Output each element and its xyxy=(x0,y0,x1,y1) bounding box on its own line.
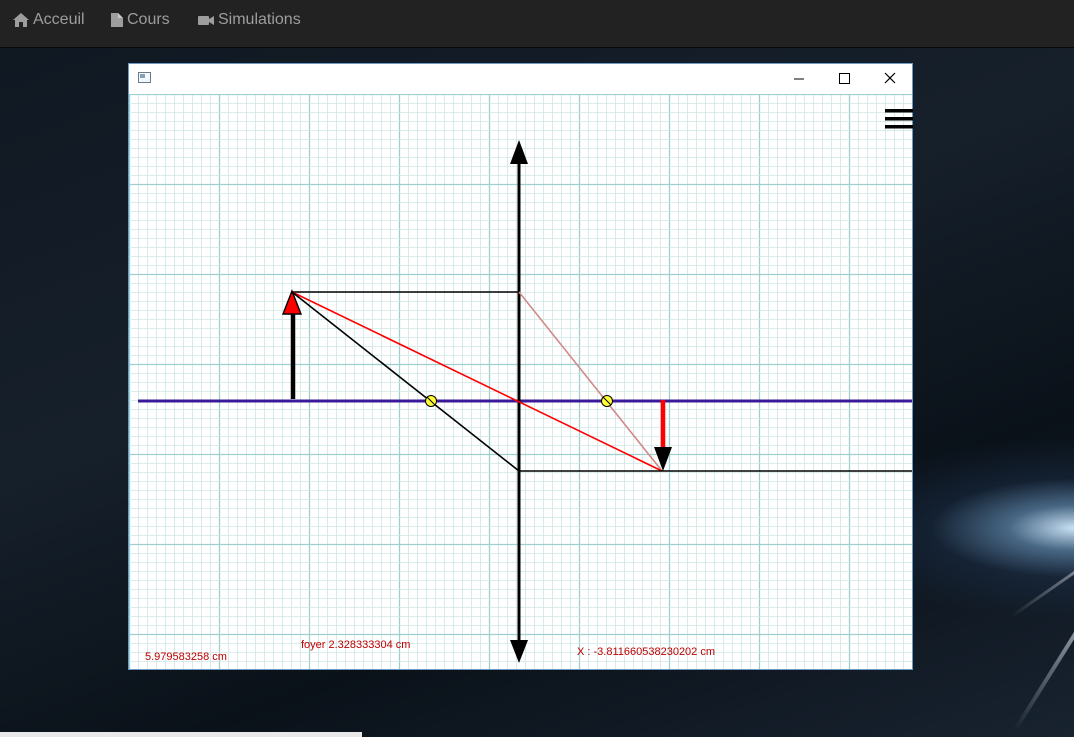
close-icon xyxy=(884,72,896,84)
video-camera-icon xyxy=(198,16,214,25)
nav-item-acceuil[interactable]: Acceuil xyxy=(12,0,85,40)
top-navbar: Acceuil Cours Simulations xyxy=(0,0,1074,48)
minimize-button[interactable] xyxy=(776,64,822,94)
focal-length-readout: foyer 2.328333304 cm xyxy=(301,639,411,651)
simulation-window: 5.979583258 cm foyer 2.328333304 cm X : … xyxy=(128,63,913,670)
window-titlebar[interactable] xyxy=(129,64,912,94)
maximize-icon xyxy=(839,73,850,84)
object-distance-readout: 5.979583258 cm xyxy=(145,651,227,663)
optics-canvas[interactable] xyxy=(129,94,912,669)
nav-item-label: Acceuil xyxy=(33,11,85,28)
taskbar-edge xyxy=(0,732,362,737)
focal-point-image[interactable] xyxy=(601,395,613,407)
nav-item-label: Simulations xyxy=(218,11,301,28)
image-position-readout: X : -3.811660538230202 cm xyxy=(577,646,716,658)
app-icon xyxy=(138,72,151,83)
ray-through-focus-incident xyxy=(291,291,520,472)
menu-button[interactable] xyxy=(885,107,915,131)
maximize-button[interactable] xyxy=(821,64,867,94)
hamburger-menu-icon xyxy=(885,109,913,129)
nav-item-cours[interactable]: Cours xyxy=(110,0,170,40)
minimize-icon xyxy=(794,78,804,80)
focal-point-object[interactable] xyxy=(425,395,437,407)
home-icon xyxy=(13,13,29,27)
close-button[interactable] xyxy=(866,64,912,94)
ray-parallel-refracted xyxy=(518,291,663,472)
light-beam xyxy=(1009,518,1074,619)
nav-item-simulations[interactable]: Simulations xyxy=(197,0,301,40)
file-icon xyxy=(111,13,123,27)
nav-item-label: Cours xyxy=(127,11,170,28)
